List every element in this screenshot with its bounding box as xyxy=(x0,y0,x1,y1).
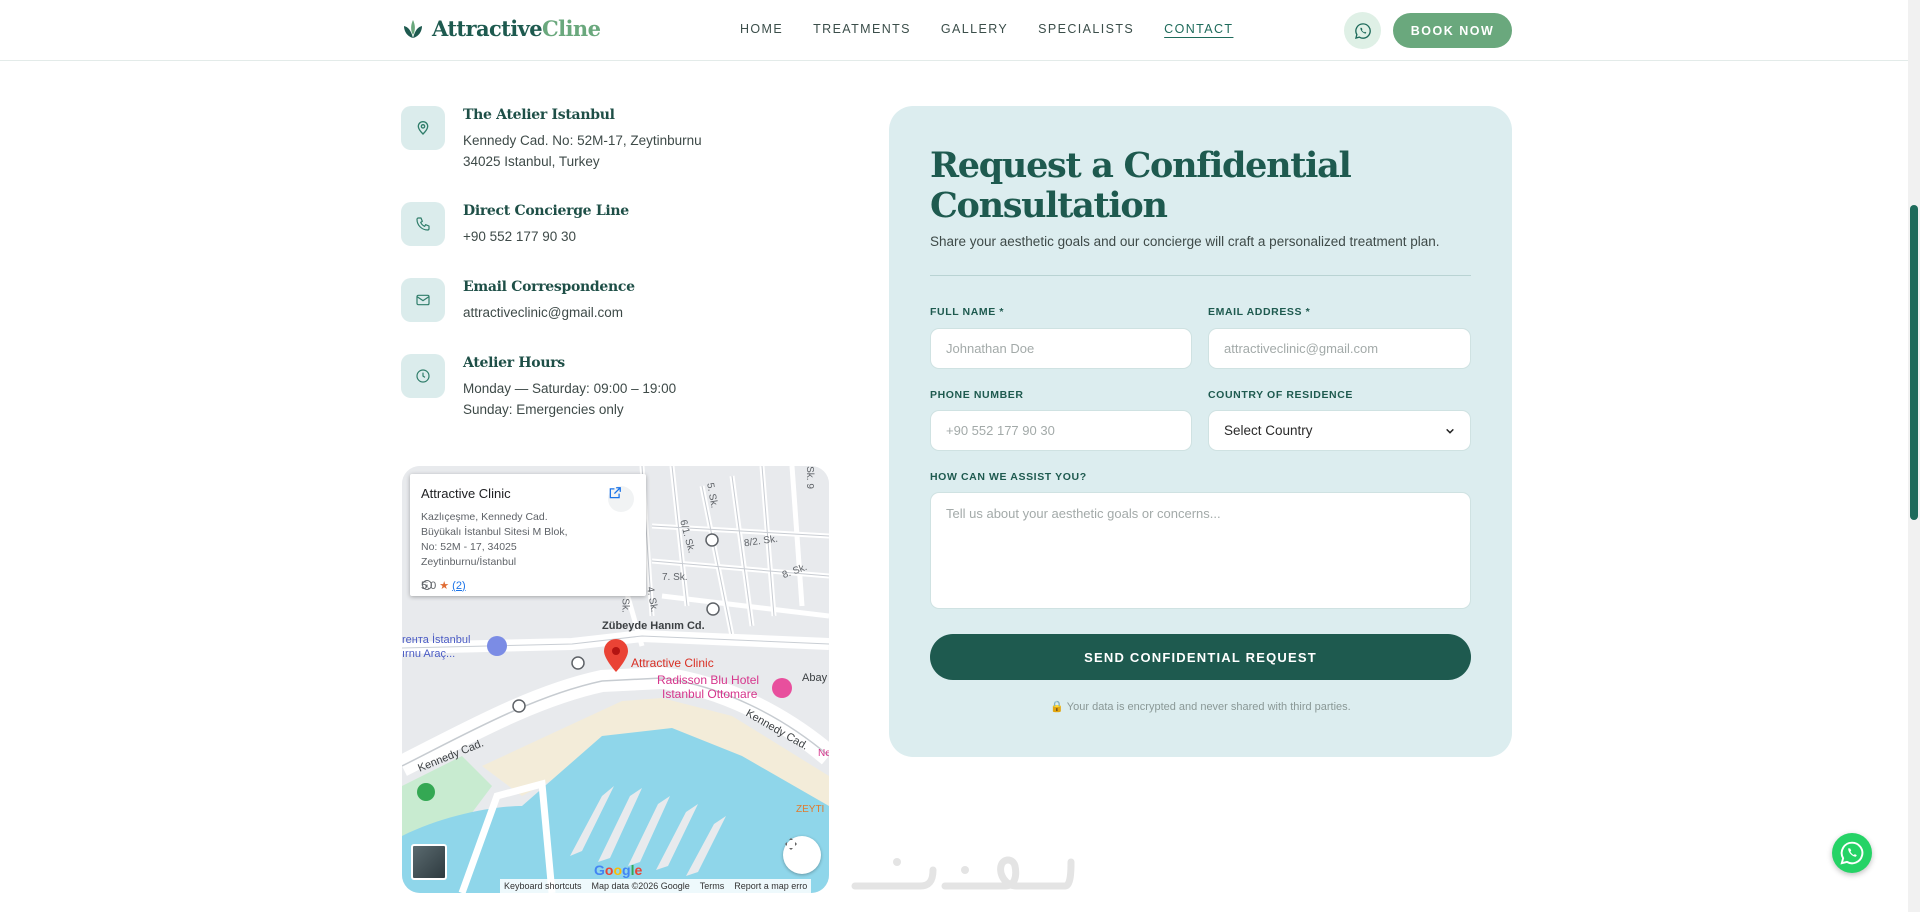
email-address[interactable]: attractiveclinic@gmail.com xyxy=(463,305,623,320)
phone-input[interactable] xyxy=(930,410,1192,451)
phone-title: Direct Concierge Line xyxy=(463,203,629,219)
map-card-address-1: Kazlıçeşme, Kennedy Cad. xyxy=(421,511,548,523)
form-divider xyxy=(930,275,1471,276)
whatsapp-icon xyxy=(1840,841,1864,865)
hours-title: Atelier Hours xyxy=(463,355,565,371)
consultation-form-panel: Request a Confidential Consultation Shar… xyxy=(889,106,1512,757)
message-textarea[interactable] xyxy=(930,492,1471,609)
floating-whatsapp-button[interactable] xyxy=(1832,833,1872,873)
email-label: EMAIL ADDRESS * xyxy=(1208,306,1311,318)
google-map[interactable]: Zübeyde Hanım Cd. Attractive Clinic Radi… xyxy=(402,466,829,893)
reviews-link[interactable]: (2) xyxy=(452,580,465,592)
map-card-address-3: No: 52M - 17, 34025 xyxy=(421,541,517,553)
location-pin-icon xyxy=(401,106,445,150)
info-icon[interactable] xyxy=(421,579,433,591)
message-label: HOW CAN WE ASSIST YOU? xyxy=(930,471,1087,483)
email-title: Email Correspondence xyxy=(463,279,635,295)
phone-label: PHONE NUMBER xyxy=(930,389,1024,401)
form-subtitle: Share your aesthetic goals and our conci… xyxy=(930,234,1440,249)
country-select[interactable]: Select Country xyxy=(1208,410,1471,451)
keyboard-shortcuts-link[interactable]: Keyboard shortcuts xyxy=(504,881,582,891)
nav-treatments[interactable]: TREATMENTS xyxy=(813,22,911,36)
fullscreen-icon[interactable] xyxy=(783,836,821,874)
mail-icon xyxy=(401,278,445,322)
map-street-7sk: 7. Sk. xyxy=(662,572,688,583)
open-external-icon[interactable] xyxy=(608,486,634,512)
star-icon: ★ xyxy=(439,580,450,592)
country-select-value: Select Country xyxy=(1224,423,1313,438)
chevron-down-icon xyxy=(1446,428,1454,434)
brand-name: AttractiveCline xyxy=(432,16,601,41)
site-header: AttractiveCline HOME TREATMENTS GALLERY … xyxy=(0,0,1908,61)
whatsapp-icon xyxy=(1354,22,1371,39)
map-hotel-line-1: Radisson Blu Hotel xyxy=(657,673,760,687)
terms-link[interactable]: Terms xyxy=(700,881,725,891)
map-card-address-2: Büyükalı İstanbul Sitesi M Blok, xyxy=(421,526,568,538)
nav-specialists[interactable]: SPECIALISTS xyxy=(1038,22,1134,36)
leaf-logo-icon xyxy=(404,19,422,38)
contact-page: AttractiveCline HOME TREATMENTS GALLERY … xyxy=(0,0,1920,912)
map-street-sk9: Sk. 9 xyxy=(803,466,815,489)
map-place-card: Attractive Clinic Kazlıçeşme, Kennedy Ca… xyxy=(410,474,646,596)
map-data-attribution: Map data ©2026 Google xyxy=(591,881,690,891)
hours-weekdays: Monday — Saturday: 09:00 – 19:00 xyxy=(463,381,677,396)
map-street-sk: Sk. xyxy=(619,598,631,613)
map-place-1: rента İstanbul xyxy=(402,634,471,646)
map-footer: Keyboard shortcuts Map data ©2026 Google… xyxy=(500,879,812,893)
map-hotel-line-2: Istanbul Ottomare xyxy=(662,687,758,701)
book-now-button[interactable]: BOOK NOW xyxy=(1393,13,1512,48)
address-line-2: 34025 Istanbul, Turkey xyxy=(463,154,600,169)
send-request-button[interactable]: SEND CONFIDENTIAL REQUEST xyxy=(930,634,1471,680)
privacy-note: 🔒 Your data is encrypted and never share… xyxy=(1050,701,1351,713)
map-satellite-toggle[interactable] xyxy=(411,844,447,880)
main-nav: HOME TREATMENTS GALLERY SPECIALISTS CONT… xyxy=(740,22,1263,36)
hours-sunday: Sunday: Emergencies only xyxy=(463,402,624,417)
country-label: COUNTRY OF RESIDENCE xyxy=(1208,389,1354,401)
map-place-zey: ZEYTI xyxy=(796,804,825,815)
map-place-aba: Abay xyxy=(802,672,828,684)
map-street-zubeyde: Zübeyde Hanım Cd. xyxy=(602,620,705,632)
clock-icon xyxy=(401,354,445,398)
nav-home[interactable]: HOME xyxy=(740,22,783,36)
phone-number[interactable]: +90 552 177 90 30 xyxy=(463,229,576,244)
full-name-label: FULL NAME * xyxy=(930,306,1005,318)
address-title: The Atelier Istanbul xyxy=(463,107,615,123)
page-scrollbar[interactable] xyxy=(1908,0,1920,912)
full-name-input[interactable] xyxy=(930,328,1192,369)
report-map-error-link[interactable]: Report a map erro xyxy=(734,881,807,891)
header-whatsapp-button[interactable] xyxy=(1344,12,1381,49)
nav-contact[interactable]: CONTACT xyxy=(1164,22,1233,36)
map-place-2: ırnu Araç... xyxy=(402,648,456,660)
google-logo: Google xyxy=(594,862,643,878)
scrollbar-thumb[interactable] xyxy=(1910,205,1918,520)
form-title: Request a Confidential Consultation xyxy=(930,145,1352,226)
phone-icon xyxy=(401,202,445,246)
map-card-address-4: Zeytinburnu/İstanbul xyxy=(421,556,517,568)
address-line-1: Kennedy Cad. No: 52M-17, Zeytinburnu xyxy=(463,133,702,148)
map-card-title: Attractive Clinic xyxy=(421,486,511,501)
map-pin-label[interactable]: Attractive Clinic xyxy=(631,656,714,670)
map-place-ne: Ne xyxy=(818,748,829,759)
watermark xyxy=(845,840,1075,912)
map-card-rating: 5.0 ★ (2) xyxy=(421,579,466,593)
email-input[interactable] xyxy=(1208,328,1471,369)
brand-logo[interactable]: AttractiveCline xyxy=(401,16,601,41)
nav-gallery[interactable]: GALLERY xyxy=(941,22,1008,36)
